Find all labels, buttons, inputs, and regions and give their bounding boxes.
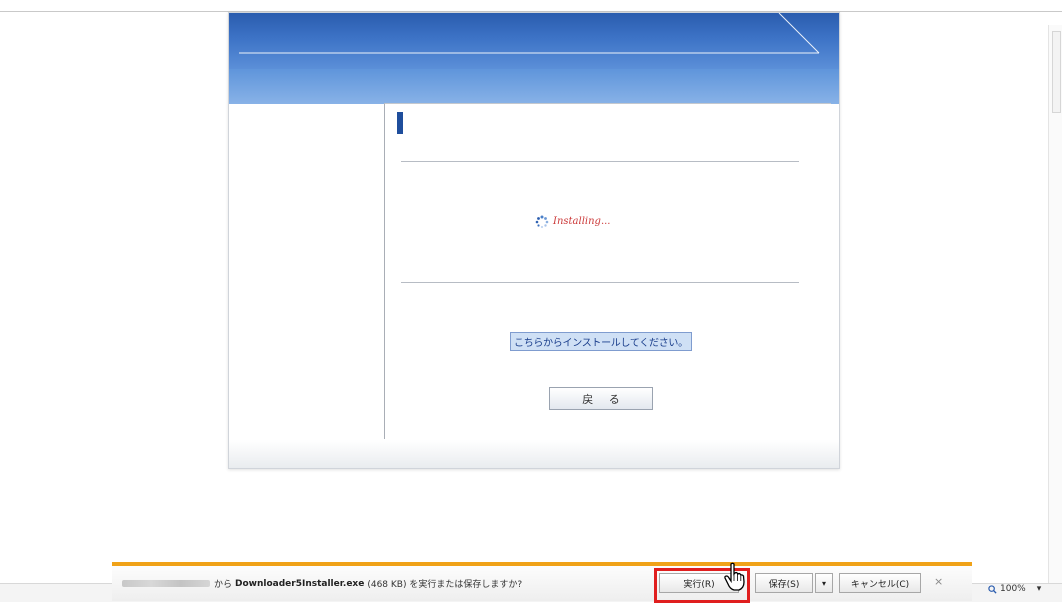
section-title-marker (397, 112, 403, 134)
divider (401, 282, 799, 283)
installing-label: Installing... (553, 215, 611, 227)
save-button[interactable]: 保存(S) (755, 573, 813, 593)
message-suffix: (468 KB) を実行または保存しますか? (367, 580, 523, 590)
download-file-name: Downloader5Installer.exe (235, 578, 365, 589)
hand-cursor-icon (724, 562, 745, 591)
loading-spinner-icon (535, 214, 549, 229)
zoom-control[interactable]: 100% ▾ (988, 584, 1041, 594)
banner-decoration (239, 13, 820, 54)
download-message: から Downloader5Installer.exe (468 KB) を実行… (122, 577, 522, 590)
zoom-level: 100% (1000, 584, 1026, 594)
divider (401, 161, 799, 162)
browser-top-border (0, 0, 1062, 12)
header-strip (229, 69, 839, 104)
header-banner (229, 13, 839, 69)
save-options-dropdown[interactable]: ▾ (815, 573, 833, 593)
cancel-button[interactable]: キャンセル(C) (839, 573, 921, 593)
chevron-down-icon[interactable]: ▾ (1037, 584, 1042, 594)
redacted-host-address (122, 580, 210, 587)
download-notification-bar: から Downloader5Installer.exe (468 KB) を実行… (112, 562, 972, 603)
message-prefix: から (214, 580, 233, 590)
close-icon[interactable]: × (934, 575, 943, 588)
content-area: Installing... こちらからインストールしてください。 戻 る (384, 103, 831, 439)
installing-status: Installing... (535, 211, 610, 231)
back-button[interactable]: 戻 る (549, 387, 653, 410)
magnifier-icon (988, 584, 997, 594)
installer-panel: Installing... こちらからインストールしてください。 戻 る (228, 12, 840, 469)
scrollbar-thumb[interactable] (1052, 31, 1061, 113)
vertical-scrollbar[interactable] (1048, 25, 1062, 585)
install-here-link[interactable]: こちらからインストールしてください。 (510, 332, 692, 351)
panel-footer (229, 440, 839, 468)
